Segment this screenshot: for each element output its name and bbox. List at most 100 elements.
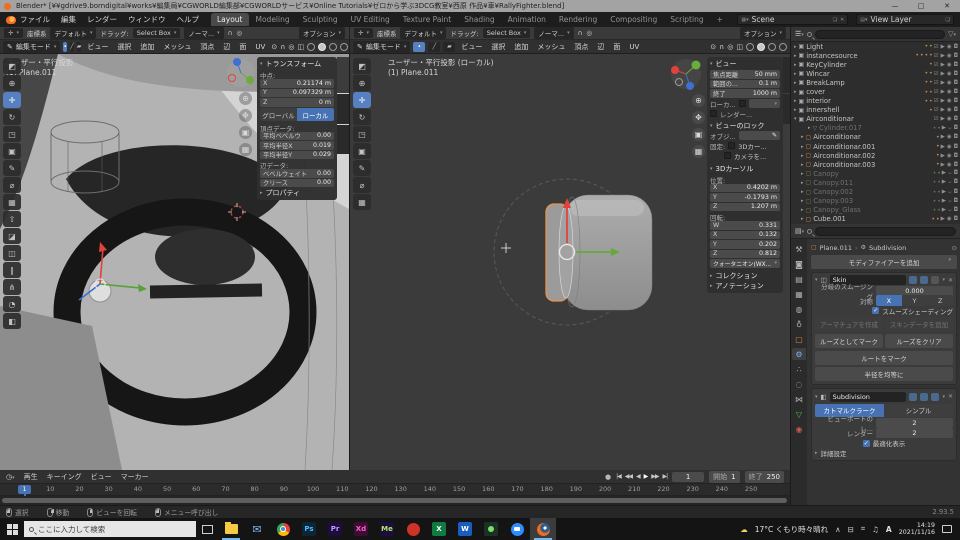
snap-magnet-icon[interactable]: ∩	[228, 29, 233, 37]
snap-dropdown[interactable]: ノーマ... ▾	[534, 27, 574, 39]
new-scene-icon[interactable]: ❏	[833, 17, 837, 23]
advanced-subpanel-header[interactable]: ▸ 詳細設定	[815, 448, 953, 458]
outliner-row[interactable]: ▸ ▽ Cylinder.017 • • ▶ ⌣ ◘	[791, 124, 960, 133]
render-camera-icon[interactable]: ◘	[954, 189, 958, 196]
transform-pivot-icon[interactable]: ⊙	[710, 43, 716, 51]
cursor-location-field[interactable]: Z 1.207 m	[710, 202, 780, 211]
render-camera-icon[interactable]: ◘	[954, 144, 958, 150]
tool-button-8[interactable]: ▦	[3, 194, 21, 210]
menu-レンダー[interactable]: レンダー	[87, 14, 117, 25]
selectable-icon[interactable]: ▶	[942, 189, 946, 196]
pan-hand-icon[interactable]: ✥	[692, 111, 705, 124]
sidebar-tab-ツール[interactable]: ツール	[337, 94, 349, 124]
expand-icon[interactable]: ▸	[794, 89, 797, 95]
cursor-location-field[interactable]: Y -0.1793 m	[710, 193, 780, 202]
filter-icon[interactable]: ▽▾	[948, 30, 956, 38]
wireframe-shading-icon[interactable]	[746, 42, 754, 51]
outliner-row[interactable]: ▸ ▣ instancesource • • • • ☑ ▶ ◉ ◘	[791, 51, 960, 60]
expand-icon[interactable]: ▸	[794, 80, 797, 86]
selectable-icon[interactable]: ▶	[941, 144, 945, 150]
outliner-row[interactable]: ▸ ▢ Airconditionar • ▶ ◉ ◘	[791, 133, 960, 142]
rendered-shading-icon[interactable]	[340, 42, 349, 51]
orthographic-grid-icon[interactable]: ▦	[692, 145, 705, 158]
outliner-editor-type-icon[interactable]: ☰▾	[795, 30, 804, 38]
render-camera-icon[interactable]: ◘	[954, 53, 958, 59]
transform-panel-header[interactable]: ▾ トランスフォーム	[260, 59, 334, 69]
active-tool-dropdown[interactable]: ✛ ▾	[354, 28, 373, 38]
outliner-row[interactable]: ▸ ▢ Canopy.003 • • ▶ ⌣ ◘	[791, 197, 960, 206]
selectable-icon[interactable]: ▶	[941, 80, 945, 86]
render-camera-icon[interactable]: ◘	[954, 71, 958, 77]
workspace-tab-animation[interactable]: Animation	[502, 13, 552, 26]
snap-magnet-icon[interactable]: ∩	[719, 43, 724, 51]
sidebar-tab-ツール[interactable]: ツール	[783, 94, 790, 124]
zoom-icon[interactable]: ⊕	[692, 94, 705, 107]
edit-mode-toggle[interactable]	[909, 276, 918, 284]
viewport-menu-メッシュ[interactable]: メッシュ	[160, 42, 194, 52]
render-camera-icon[interactable]: ◘	[954, 179, 958, 186]
visibility-eye-icon[interactable]: ⌣	[948, 189, 952, 196]
blender-app-icon[interactable]	[6, 15, 16, 24]
play-reverse-button[interactable]: ◀	[636, 473, 641, 480]
sidebar-tab-ビュー[interactable]: ビュー	[783, 124, 790, 154]
notification-icon[interactable]	[942, 525, 952, 533]
outliner-row[interactable]: ▸ ▣ interior • • ☑ ▶ ◉ ◘	[791, 97, 960, 106]
visibility-eye-icon[interactable]: ◉	[947, 89, 952, 95]
visibility-eye-icon[interactable]: ◉	[947, 134, 952, 140]
weather-label[interactable]: 17°C くもり時々晴れ	[755, 524, 828, 535]
tool-button-6[interactable]: ✎	[353, 160, 371, 176]
face-select-mode[interactable]: ▰	[76, 41, 82, 52]
skin-button[interactable]: アーマチュアを作成	[815, 317, 883, 331]
tool-button-0[interactable]: ◩	[3, 58, 21, 74]
task-view-button[interactable]	[196, 524, 218, 534]
lock-3d-cursor-row[interactable]: 固定: 3Dカー...	[710, 141, 780, 151]
vertex-select-mode[interactable]: ∙	[63, 41, 68, 52]
selectable-icon[interactable]: ▶	[942, 170, 946, 177]
tool-button-3[interactable]: ↻	[3, 109, 21, 125]
volume-icon[interactable]: ♫	[872, 525, 879, 534]
edit-mode-toggle[interactable]	[909, 392, 918, 401]
frame-start-field[interactable]: 開始 1	[709, 470, 740, 483]
viewport-menu-ビュー[interactable]: ビュー	[84, 42, 111, 52]
median-field[interactable]: Y 0.097329 m	[260, 88, 334, 97]
selectable-icon[interactable]: ▶	[942, 207, 946, 214]
visibility-eye-icon[interactable]: ⌣	[948, 198, 952, 205]
render-camera-icon[interactable]: ◘	[954, 162, 958, 168]
close-icon[interactable]: ✕	[948, 393, 953, 400]
visibility-eye-icon[interactable]: ◉	[947, 53, 952, 59]
properties-subpanel-header[interactable]: ▸ プロパティ	[260, 188, 334, 198]
workspace-tab-texture-paint[interactable]: Texture Paint	[397, 13, 457, 26]
workspace-tab-sculpting[interactable]: Sculpting	[297, 13, 344, 26]
visibility-eye-icon[interactable]: ⌣	[948, 125, 952, 132]
snap-magnet-icon[interactable]: ∩	[578, 29, 583, 37]
viewport-menu-辺[interactable]: 辺	[220, 42, 233, 52]
taskbar-search[interactable]: ここに入力して検索	[24, 521, 196, 537]
render-toggle[interactable]	[931, 276, 940, 284]
edge-select-mode[interactable]: ╱	[428, 41, 441, 52]
maximize-button[interactable]: □	[908, 2, 934, 10]
material-shading-icon[interactable]	[329, 42, 338, 51]
viewport-3d-right[interactable]: ユーザー・平行投影 (ローカル) (1) Plane.011 ◩ ⊕ ✛ ↻ ◳ ▣ ✎ ⌀ ▦…	[349, 54, 790, 470]
expand-icon[interactable]: ▸	[801, 207, 804, 213]
taskbar-app-chrome[interactable]	[270, 518, 296, 540]
tool-button-11[interactable]: ◫	[3, 245, 21, 261]
timeline-ruler[interactable]: 10 20 30 40 50 60 70 80 90 100 110 120 130 140 150 160 1…	[0, 484, 790, 506]
close-icon[interactable]: ✕	[948, 277, 953, 284]
selectable-icon[interactable]: ▶	[941, 107, 945, 113]
scene-selector[interactable]: ▦▾ Scene ❏ ✕	[737, 14, 849, 25]
taskbar-app-explorer[interactable]	[218, 518, 244, 540]
timeline-scrollbar[interactable]	[2, 498, 787, 503]
timeline-menu-キーイング[interactable]: キーイング	[47, 472, 82, 482]
next-keyframe-button[interactable]: ▶▶	[651, 473, 659, 480]
levels-viewport-field[interactable]: 2	[876, 418, 953, 428]
edge-data-field[interactable]: ベベルウェイト 0.00	[260, 169, 334, 178]
space-toggle-グローバル[interactable]: グローバル	[260, 108, 297, 121]
visibility-eye-icon[interactable]: ◉	[947, 44, 952, 50]
close-button[interactable]: ✕	[934, 2, 960, 10]
selectable-icon[interactable]: ▶	[941, 134, 945, 140]
selectable-icon[interactable]: ▶	[941, 44, 945, 50]
viewport-menu-頂点[interactable]: 頂点	[571, 42, 591, 52]
view-panel-header[interactable]: ▾ ビュー	[710, 59, 780, 69]
tray-icon-2[interactable]: ⌗	[861, 524, 865, 534]
tool-button-1[interactable]: ⊕	[3, 75, 21, 91]
